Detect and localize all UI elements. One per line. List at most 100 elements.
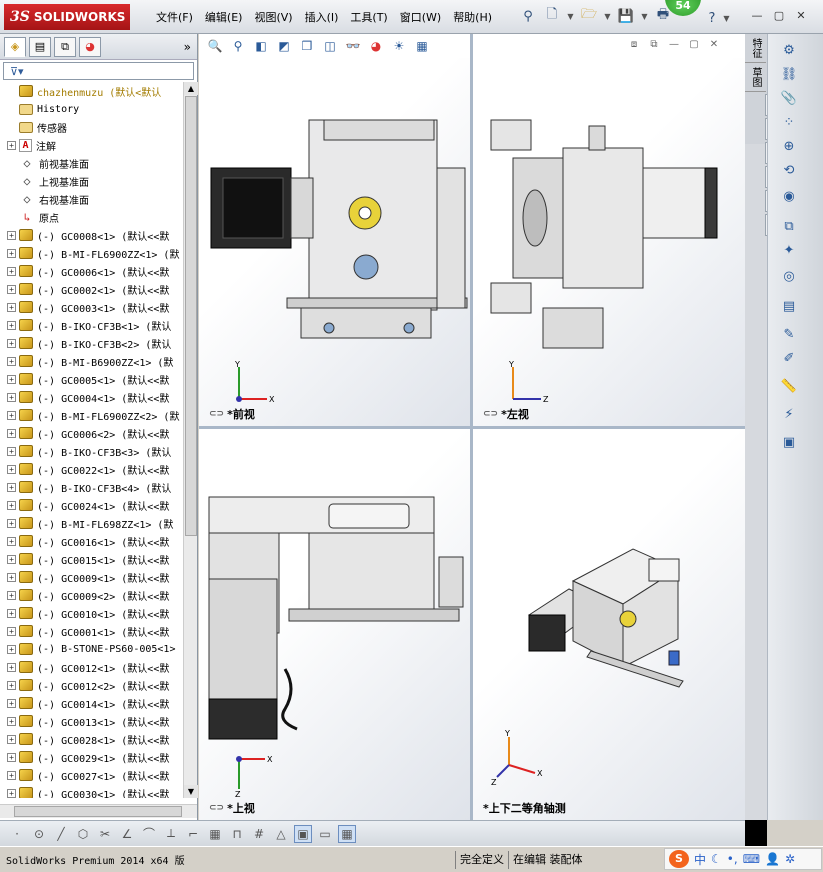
- tree-filter-field[interactable]: ⊽▾: [3, 62, 194, 80]
- expand-plus-icon[interactable]: +: [7, 266, 16, 276]
- tree-item[interactable]: + (-) B-IKO-CF3B<3> (默认: [0, 442, 183, 460]
- tree-item[interactable]: + (-) B-MI-FL698ZZ<1> (默: [0, 514, 183, 532]
- tree-item[interactable]: + (-) B-STONE-PS60-005<1>: [0, 640, 183, 658]
- user-icon[interactable]: 👤: [765, 852, 780, 866]
- tree-item[interactable]: + (-) GC0016<1> (默认<<默: [0, 532, 183, 550]
- tree-vertical-scrollbar[interactable]: ▲ ▼: [183, 82, 198, 798]
- link-icon[interactable]: ⊂⊃: [209, 409, 224, 419]
- tree-item[interactable]: + (-) GC0001<1> (默认<<默: [0, 622, 183, 640]
- exploded-view-icon[interactable]: ✎: [778, 324, 800, 344]
- expand-plus-icon[interactable]: +: [7, 302, 16, 312]
- viewport-left[interactable]: Y Z ⊂⊃ *左视: [473, 58, 745, 426]
- tree-item[interactable]: + (-) GC0014<1> (默认<<默: [0, 694, 183, 712]
- dimension-icon[interactable]: ⊓: [228, 825, 246, 843]
- offset-icon[interactable]: ⟂: [162, 825, 180, 843]
- instant3d-icon[interactable]: ▣: [778, 432, 800, 452]
- pin-icon[interactable]: ⚲: [518, 6, 538, 26]
- explode-line-sketch-icon[interactable]: ✐: [778, 348, 800, 368]
- expand-plus-icon[interactable]: +: [7, 608, 16, 618]
- expand-plus-icon[interactable]: +: [7, 662, 16, 672]
- mate-icon[interactable]: ⛓: [778, 64, 800, 84]
- expand-plus-icon[interactable]: +: [7, 554, 16, 564]
- moon-icon[interactable]: ☾: [711, 852, 722, 866]
- viewport-splitter-horizontal[interactable]: [199, 426, 745, 429]
- scroll-up-icon[interactable]: ▲: [184, 82, 198, 95]
- tree-item[interactable]: + (-) GC0006<2> (默认<<默: [0, 424, 183, 442]
- tree-item[interactable]: + (-) B-MI-B6900ZZ<1> (默: [0, 352, 183, 370]
- tree-item[interactable]: + (-) GC0010<1> (默认<<默: [0, 604, 183, 622]
- tree-item[interactable]: + (-) B-MI-FL6900ZZ<1> (默: [0, 244, 183, 262]
- expand-plus-icon[interactable]: +: [7, 482, 16, 492]
- display-style-icon[interactable]: ◫: [320, 37, 340, 55]
- expand-plus-icon[interactable]: +: [7, 770, 16, 780]
- menu-view[interactable]: 视图(V): [248, 9, 298, 25]
- expand-plus-icon[interactable]: +: [7, 248, 16, 258]
- tree-item[interactable]: + (-) B-IKO-CF3B<2> (默认: [0, 334, 183, 352]
- chevron-down-icon[interactable]: ▼: [722, 8, 731, 28]
- chevron-down-icon[interactable]: ▼: [603, 6, 612, 26]
- tree-item[interactable]: + (-) GC0029<1> (默认<<默: [0, 748, 183, 766]
- expand-plus-icon[interactable]: +: [7, 320, 16, 330]
- expand-plus-icon[interactable]: +: [7, 680, 16, 690]
- grid-snap-icon[interactable]: ▦: [206, 825, 224, 843]
- zoom-area-icon[interactable]: ⚲: [228, 37, 248, 55]
- apply-scene-icon[interactable]: ☀: [389, 37, 409, 55]
- configuration-manager-tab-icon[interactable]: ⧉: [54, 36, 76, 57]
- solidworks-logo[interactable]: 3S SOLIDWORKS: [4, 4, 130, 30]
- tree-item[interactable]: + (-) GC0009<2> (默认<<默: [0, 586, 183, 604]
- insert-component-icon[interactable]: ⚙: [778, 40, 800, 60]
- tree-item[interactable]: + (-) GC0005<1> (默认<<默: [0, 370, 183, 388]
- tree-item[interactable]: ◇ 上视基准面: [0, 172, 183, 190]
- expand-plus-icon[interactable]: +: [7, 446, 16, 456]
- menu-file[interactable]: 文件(F): [150, 9, 199, 25]
- zoom-to-fit-icon[interactable]: 🔍: [205, 37, 225, 55]
- expand-plus-icon[interactable]: +: [7, 410, 16, 420]
- bill-of-materials-icon[interactable]: ▤: [778, 296, 800, 316]
- smart-fasteners-icon[interactable]: ⊕: [778, 136, 800, 156]
- split-view-icon[interactable]: ⧉: [647, 38, 661, 52]
- tree-item[interactable]: + (-) GC0003<1> (默认<<默: [0, 298, 183, 316]
- tree-horizontal-scrollbar[interactable]: [0, 804, 197, 818]
- show-hidden-icon[interactable]: ◉: [778, 186, 800, 206]
- tree-item[interactable]: ↳ 原点: [0, 208, 183, 226]
- expand-plus-icon[interactable]: +: [7, 356, 16, 366]
- menu-insert[interactable]: 插入(I): [299, 9, 345, 25]
- edit-appearance-icon[interactable]: ◕: [366, 37, 386, 55]
- minimize-icon[interactable]: —: [667, 38, 681, 52]
- expand-plus-icon[interactable]: +: [7, 428, 16, 438]
- tree-item[interactable]: + (-) B-MI-FL6900ZZ<2> (默: [0, 406, 183, 424]
- relation-icon[interactable]: △: [272, 825, 290, 843]
- tree-item[interactable]: + (-) GC0030<1> (默认<<默: [0, 784, 183, 798]
- minimize-icon[interactable]: —: [748, 8, 766, 24]
- close-icon[interactable]: ✕: [707, 38, 721, 52]
- reference-geometry-icon[interactable]: ✦: [778, 240, 800, 260]
- tree-item[interactable]: + (-) GC0006<1> (默认<<默: [0, 262, 183, 280]
- menu-tools[interactable]: 工具(T): [344, 9, 393, 25]
- expand-plus-icon[interactable]: +: [7, 392, 16, 402]
- trim-icon[interactable]: ✂: [96, 825, 114, 843]
- tree-item[interactable]: History: [0, 100, 183, 118]
- viewport-top[interactable]: X Z ⊂⊃ *上视: [199, 429, 470, 820]
- new-document-icon[interactable]: 🗋: [542, 6, 562, 26]
- tree-item[interactable]: + A 注解: [0, 136, 183, 154]
- save-icon[interactable]: 💾: [616, 6, 636, 26]
- expand-plus-icon[interactable]: +: [7, 500, 16, 510]
- tree-item[interactable]: 传感器: [0, 118, 183, 136]
- circle-icon[interactable]: ⊙: [30, 825, 48, 843]
- menu-help[interactable]: 帮助(H): [447, 9, 498, 25]
- tab-features[interactable]: 特征: [745, 34, 766, 63]
- tab-sketch[interactable]: 草图: [745, 63, 766, 92]
- link-icon[interactable]: ⊂⊃: [483, 409, 498, 419]
- interference-detection-icon[interactable]: 📏: [778, 376, 800, 396]
- expand-plus-icon[interactable]: +: [7, 284, 16, 294]
- viewport-front[interactable]: Y X ⊂⊃ *前视: [199, 58, 470, 426]
- expand-plus-icon[interactable]: +: [7, 788, 16, 798]
- tree-item[interactable]: + (-) GC0012<2> (默认<<默: [0, 676, 183, 694]
- tree-item[interactable]: + (-) GC0027<1> (默认<<默: [0, 766, 183, 784]
- expand-plus-icon[interactable]: +: [7, 374, 16, 384]
- expand-plus-icon[interactable]: +: [7, 644, 16, 654]
- property-manager-tab-icon[interactable]: ▤: [29, 36, 51, 57]
- paperclip-icon[interactable]: 📎: [778, 88, 800, 108]
- tree-item[interactable]: ◇ 右视基准面: [0, 190, 183, 208]
- scroll-thumb[interactable]: [185, 96, 197, 536]
